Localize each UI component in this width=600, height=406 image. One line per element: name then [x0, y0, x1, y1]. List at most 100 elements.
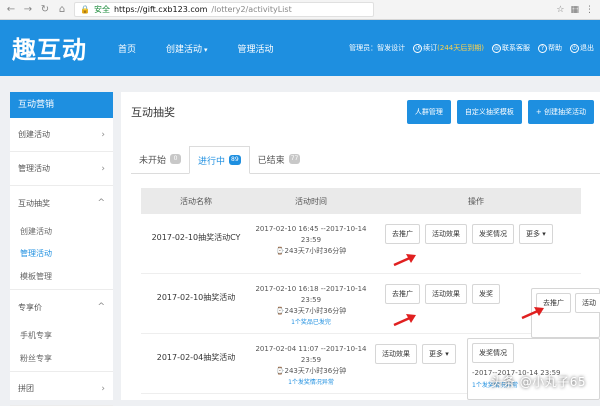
activity-name: 2017-02-04抽奖活动 [141, 336, 251, 363]
arrow-annotation-icon [392, 313, 418, 327]
effect-button[interactable]: 活动效果 [425, 224, 467, 244]
action-buttons: 人群管理 自定义抽奖模板 + 创建抽奖活动 [407, 100, 594, 124]
chevron-right-icon: › [101, 130, 105, 140]
arrow-annotation-icon [520, 306, 546, 320]
renew-link[interactable]: ↺续订(244天后到期) [413, 43, 484, 53]
menu-icon[interactable]: ⋮ [585, 5, 594, 15]
more-button[interactable]: 更多 ▾ [519, 224, 553, 244]
col-name: 活动名称 [141, 196, 251, 207]
time-remaining: ⌚243天7小时36分钟 [251, 306, 371, 317]
nav-home[interactable]: 首页 [118, 42, 136, 55]
tab-not-started[interactable]: 未开始 0 [131, 145, 189, 173]
sidebar-item-exclusive[interactable]: 专享价^ [10, 290, 113, 324]
activity-time: 2017-02-04 11:07 --2017-10-14 23:59 ⌚243… [251, 336, 371, 388]
activity-name: 2017-02-10抽奖活动 [141, 276, 251, 303]
arrow-right-icon[interactable]: → [23, 4, 33, 15]
contact-label: 联系客服 [502, 44, 530, 52]
nav-create[interactable]: 创建活动▾ [166, 42, 208, 55]
cart-icon: ↺ [413, 44, 422, 53]
row-ops: 活动效果 更多 ▾ [371, 336, 456, 364]
chevron-right-icon: › [101, 164, 105, 174]
caret-down-icon: ▾ [204, 46, 208, 54]
overlay-fragment-2: 发奖情况 -2017--2017-10-14 23:59 1个发奖情况异常 [467, 338, 600, 400]
tab-label: 未开始 [139, 153, 166, 166]
tab-count-badge: 0 [170, 154, 181, 164]
col-ops: 操作 [371, 196, 581, 207]
url-host: https://gift.cxb123.com [114, 5, 207, 14]
prize-status-button[interactable]: 发奖情况 [472, 224, 514, 244]
power-icon: ⏻ [570, 44, 579, 53]
secure-label: 安全 [94, 4, 110, 15]
chevron-up-icon: ^ [97, 198, 105, 208]
sidebar: 互动营销 创建活动› 管理活动 › 互动抽奖 ^ 创建活动 管理活动 模板管理 专享… [10, 92, 113, 400]
sidebar-sub-fans[interactable]: 粉丝专享 [10, 346, 113, 372]
nav-create-label: 创建活动 [166, 45, 202, 55]
promote-button[interactable]: 去推广 [385, 224, 420, 244]
sidebar-header[interactable]: 互动营销 [10, 92, 113, 118]
arrow-annotation-icon [392, 253, 418, 267]
sidebar-item-label: 管理活动 [18, 163, 50, 174]
help-icon: ? [538, 44, 547, 53]
prize-status-button[interactable]: 发奖情况 [472, 343, 514, 363]
activity-time: 2017-02-10 16:45 --2017-10-14 23:59 ⌚243… [251, 216, 371, 257]
address-bar[interactable]: 🔒 安全 https://gift.cxb123.com/lottery2/ac… [74, 2, 374, 17]
sidebar-item-create[interactable]: 创建活动› [10, 118, 113, 152]
create-lottery-button[interactable]: + 创建抽奖活动 [528, 100, 594, 124]
row-ops: 去推广 活动效果 发奖情况 更多 ▾ [371, 216, 553, 244]
logo[interactable]: 趣互动 [12, 30, 87, 65]
extension-icon[interactable]: ▦ [570, 5, 579, 15]
arrow-left-icon[interactable]: ← [6, 4, 16, 15]
tab-label: 已结束 [258, 153, 285, 166]
sidebar-sub-template[interactable]: 模板管理 [10, 264, 113, 290]
custom-template-button[interactable]: 自定义抽奖模板 [457, 100, 522, 124]
time-range: 2017-02-10 16:18 --2017-10-14 23:59 [251, 284, 371, 306]
top-nav: 首页 创建活动▾ 管理活动 [118, 20, 274, 76]
help-link[interactable]: ?帮助 [538, 43, 562, 53]
help-label: 帮助 [548, 44, 562, 52]
crowd-manage-button[interactable]: 人群管理 [407, 100, 451, 124]
row-ops: 去推广 活动效果 发奖 [371, 276, 500, 304]
page-title: 互动抽奖 [131, 104, 175, 120]
logout-label: 退出 [580, 44, 594, 52]
effect-button[interactable]: 活动效果 [375, 344, 417, 364]
time-range: 2017-02-10 16:45 --2017-10-14 23:59 [251, 224, 371, 246]
promote-button[interactable]: 去推广 [385, 284, 420, 304]
prize-status-button[interactable]: 发奖 [472, 284, 500, 304]
time-range: 2017-02-04 11:07 --2017-10-14 23:59 [251, 344, 371, 366]
status-tabs: 未开始 0 进行中89 已结束 77 [131, 142, 600, 174]
sidebar-item-manage[interactable]: 管理活动 › [10, 152, 113, 186]
app-header: 趣互动 首页 创建活动▾ 管理活动 管理员：智发设计 ↺续订(244天后到期) … [0, 20, 600, 76]
nav-manage[interactable]: 管理活动 [238, 42, 274, 55]
prize-error-link[interactable]: 1个发奖情况异常 [251, 377, 371, 388]
activity-table: 活动名称 活动时间 操作 2017-02-10抽奖活动CY 2017-02-10… [141, 188, 581, 214]
sidebar-item-label: 互动抽奖 [18, 198, 50, 209]
effect-button[interactable]: 活动效果 [425, 284, 467, 304]
sidebar-item-lottery[interactable]: 互动抽奖 ^ [10, 186, 113, 220]
contact-link[interactable]: ☏联系客服 [492, 43, 530, 53]
user-bar: 管理员：智发设计 ↺续订(244天后到期) ☏联系客服 ?帮助 ⏻退出 [349, 20, 594, 76]
activity-name: 2017-02-10抽奖活动CY [141, 216, 251, 243]
prize-notice-link[interactable]: 1个奖品已发完 [251, 317, 371, 328]
user-name[interactable]: 管理员：智发设计 [349, 43, 405, 53]
reload-icon[interactable]: ↻ [40, 4, 50, 15]
more-button[interactable]: 更多 ▾ [422, 344, 456, 364]
chevron-right-icon: › [101, 384, 105, 394]
headset-icon: ☏ [492, 44, 501, 53]
logout-link[interactable]: ⏻退出 [570, 43, 594, 53]
sidebar-sub-create[interactable]: 创建活动 [10, 220, 113, 242]
main-panel: 互动抽奖 人群管理 自定义抽奖模板 + 创建抽奖活动 未开始 0 进行中89 已结… [121, 92, 600, 400]
tab-count-badge: 77 [289, 154, 301, 164]
time-remaining: ⌚243天7小时36分钟 [251, 366, 371, 377]
tab-ended[interactable]: 已结束 77 [250, 145, 309, 173]
sidebar-sub-manage[interactable]: 管理活动 [10, 242, 113, 264]
tab-in-progress[interactable]: 进行中89 [189, 146, 250, 174]
star-icon[interactable]: ☆ [556, 5, 564, 15]
lock-icon: 🔒 [80, 5, 90, 14]
time-remaining: ⌚243天7小时36分钟 [251, 246, 371, 257]
sidebar-item-group[interactable]: 拼团› [10, 372, 113, 406]
sidebar-sub-mobile[interactable]: 手机专享 [10, 324, 113, 346]
table-header: 活动名称 活动时间 操作 [141, 188, 581, 214]
effect-button[interactable]: 活动 [575, 293, 600, 313]
home-icon[interactable]: ⌂ [57, 4, 67, 15]
activity-time: 2017-02-10 16:18 --2017-10-14 23:59 ⌚243… [251, 276, 371, 328]
